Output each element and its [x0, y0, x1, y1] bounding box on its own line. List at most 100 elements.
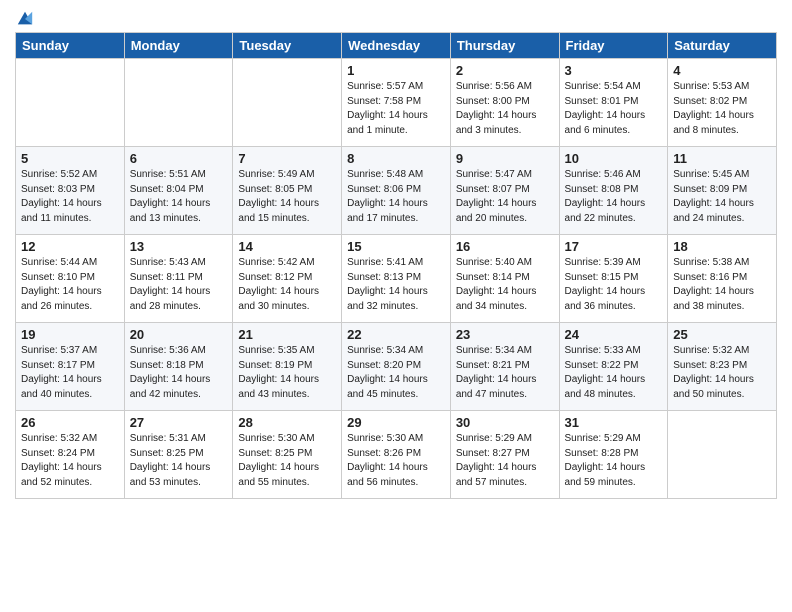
- day-content: Sunrise: 5:57 AM Sunset: 7:58 PM Dayligh…: [347, 80, 445, 138]
- calendar-cell: 21 Sunrise: 5:35 AM Sunset: 8:19 PM Dayli…: [233, 323, 342, 411]
- day-content: Sunrise: 5:32 AM Sunset: 8:24 PM Dayligh…: [21, 432, 119, 490]
- day-content: Sunrise: 5:53 AM Sunset: 8:02 PM Dayligh…: [673, 80, 771, 138]
- calendar-cell: 20Sunrise: 5:36 AM Sunset: 8:18 PM Dayli…: [124, 323, 233, 411]
- day-content: Sunrise: 5:45 AM Sunset: 8:09 PM Dayligh…: [673, 168, 771, 226]
- calendar-cell: 18 Sunrise: 5:38 AM Sunset: 8:16 PM Dayli…: [668, 235, 777, 323]
- calendar-week-row: 26 Sunrise: 5:32 AM Sunset: 8:24 PM Dayli…: [16, 411, 777, 499]
- calendar-cell: 24 Sunrise: 5:33 AM Sunset: 8:22 PM Dayli…: [559, 323, 668, 411]
- day-content: Sunrise: 5:43 AM Sunset: 8:11 PM Dayligh…: [130, 256, 228, 314]
- calendar-cell: 28 Sunrise: 5:30 AM Sunset: 8:25 PM Dayli…: [233, 411, 342, 499]
- calendar-cell: 16 Sunrise: 5:40 AM Sunset: 8:14 PM Dayli…: [450, 235, 559, 323]
- day-number: 28: [238, 415, 336, 430]
- calendar-cell: [233, 59, 342, 147]
- calendar-cell: 25 Sunrise: 5:32 AM Sunset: 8:23 PM Dayli…: [668, 323, 777, 411]
- day-content: Sunrise: 5:33 AM Sunset: 8:22 PM Dayligh…: [565, 344, 663, 402]
- logo-icon: [16, 10, 34, 28]
- calendar-cell: 22Sunrise: 5:34 AM Sunset: 8:20 PM Dayli…: [342, 323, 451, 411]
- day-content: Sunrise: 5:47 AM Sunset: 8:07 PM Dayligh…: [456, 168, 554, 226]
- day-content: Sunrise: 5:30 AM Sunset: 8:26 PM Dayligh…: [347, 432, 445, 490]
- day-number: 23: [456, 327, 554, 342]
- day-number: 16: [456, 239, 554, 254]
- day-number: 13: [130, 239, 228, 254]
- calendar-cell: [16, 59, 125, 147]
- day-number: 31: [565, 415, 663, 430]
- calendar-week-row: 5 Sunrise: 5:52 AM Sunset: 8:03 PM Daylig…: [16, 147, 777, 235]
- calendar-header-tuesday: Tuesday: [233, 33, 342, 59]
- day-content: Sunrise: 5:49 AM Sunset: 8:05 PM Dayligh…: [238, 168, 336, 226]
- calendar-cell: 29 Sunrise: 5:30 AM Sunset: 8:26 PM Dayli…: [342, 411, 451, 499]
- day-content: Sunrise: 5:44 AM Sunset: 8:10 PM Dayligh…: [21, 256, 119, 314]
- day-number: 5: [21, 151, 119, 166]
- day-content: Sunrise: 5:31 AM Sunset: 8:25 PM Dayligh…: [130, 432, 228, 490]
- day-content: Sunrise: 5:51 AM Sunset: 8:04 PM Dayligh…: [130, 168, 228, 226]
- day-number: 26: [21, 415, 119, 430]
- calendar-cell: 31 Sunrise: 5:29 AM Sunset: 8:28 PM Dayli…: [559, 411, 668, 499]
- day-content: Sunrise: 5:29 AM Sunset: 8:27 PM Dayligh…: [456, 432, 554, 490]
- calendar-cell: 17Sunrise: 5:39 AM Sunset: 8:15 PM Dayli…: [559, 235, 668, 323]
- day-number: 24: [565, 327, 663, 342]
- day-number: 15: [347, 239, 445, 254]
- day-number: 14: [238, 239, 336, 254]
- day-content: Sunrise: 5:40 AM Sunset: 8:14 PM Dayligh…: [456, 256, 554, 314]
- day-number: 21: [238, 327, 336, 342]
- day-number: 1: [347, 63, 445, 78]
- calendar-cell: 12 Sunrise: 5:44 AM Sunset: 8:10 PM Dayli…: [16, 235, 125, 323]
- day-number: 2: [456, 63, 554, 78]
- calendar-cell: 15Sunrise: 5:41 AM Sunset: 8:13 PM Dayli…: [342, 235, 451, 323]
- day-content: Sunrise: 5:34 AM Sunset: 8:21 PM Dayligh…: [456, 344, 554, 402]
- day-content: Sunrise: 5:52 AM Sunset: 8:03 PM Dayligh…: [21, 168, 119, 226]
- day-number: 29: [347, 415, 445, 430]
- day-content: Sunrise: 5:54 AM Sunset: 8:01 PM Dayligh…: [565, 80, 663, 138]
- calendar-cell: 9 Sunrise: 5:47 AM Sunset: 8:07 PM Daylig…: [450, 147, 559, 235]
- calendar-cell: 11Sunrise: 5:45 AM Sunset: 8:09 PM Dayli…: [668, 147, 777, 235]
- day-content: Sunrise: 5:29 AM Sunset: 8:28 PM Dayligh…: [565, 432, 663, 490]
- calendar-cell: 7 Sunrise: 5:49 AM Sunset: 8:05 PM Daylig…: [233, 147, 342, 235]
- calendar-cell: 1 Sunrise: 5:57 AM Sunset: 7:58 PM Daylig…: [342, 59, 451, 147]
- page: SundayMondayTuesdayWednesdayThursdayFrid…: [0, 0, 792, 612]
- day-number: 10: [565, 151, 663, 166]
- day-content: Sunrise: 5:56 AM Sunset: 8:00 PM Dayligh…: [456, 80, 554, 138]
- calendar-week-row: 12 Sunrise: 5:44 AM Sunset: 8:10 PM Dayli…: [16, 235, 777, 323]
- calendar-cell: 4Sunrise: 5:53 AM Sunset: 8:02 PM Daylig…: [668, 59, 777, 147]
- calendar-cell: 3Sunrise: 5:54 AM Sunset: 8:01 PM Daylig…: [559, 59, 668, 147]
- calendar-cell: 2 Sunrise: 5:56 AM Sunset: 8:00 PM Daylig…: [450, 59, 559, 147]
- day-number: 17: [565, 239, 663, 254]
- day-number: 7: [238, 151, 336, 166]
- calendar-header-row: SundayMondayTuesdayWednesdayThursdayFrid…: [16, 33, 777, 59]
- day-number: 12: [21, 239, 119, 254]
- calendar-cell: 19 Sunrise: 5:37 AM Sunset: 8:17 PM Dayli…: [16, 323, 125, 411]
- day-content: Sunrise: 5:42 AM Sunset: 8:12 PM Dayligh…: [238, 256, 336, 314]
- day-content: Sunrise: 5:34 AM Sunset: 8:20 PM Dayligh…: [347, 344, 445, 402]
- day-content: Sunrise: 5:46 AM Sunset: 8:08 PM Dayligh…: [565, 168, 663, 226]
- calendar-header-friday: Friday: [559, 33, 668, 59]
- day-number: 9: [456, 151, 554, 166]
- logo: [15, 10, 34, 24]
- calendar-table: SundayMondayTuesdayWednesdayThursdayFrid…: [15, 32, 777, 499]
- calendar-cell: 10 Sunrise: 5:46 AM Sunset: 8:08 PM Dayli…: [559, 147, 668, 235]
- day-number: 25: [673, 327, 771, 342]
- calendar-cell: [124, 59, 233, 147]
- day-content: Sunrise: 5:38 AM Sunset: 8:16 PM Dayligh…: [673, 256, 771, 314]
- calendar-cell: 30Sunrise: 5:29 AM Sunset: 8:27 PM Dayli…: [450, 411, 559, 499]
- calendar-cell: 26 Sunrise: 5:32 AM Sunset: 8:24 PM Dayli…: [16, 411, 125, 499]
- day-content: Sunrise: 5:32 AM Sunset: 8:23 PM Dayligh…: [673, 344, 771, 402]
- calendar-header-sunday: Sunday: [16, 33, 125, 59]
- calendar-cell: 5 Sunrise: 5:52 AM Sunset: 8:03 PM Daylig…: [16, 147, 125, 235]
- calendar-cell: 13 Sunrise: 5:43 AM Sunset: 8:11 PM Dayli…: [124, 235, 233, 323]
- day-content: Sunrise: 5:30 AM Sunset: 8:25 PM Dayligh…: [238, 432, 336, 490]
- day-content: Sunrise: 5:48 AM Sunset: 8:06 PM Dayligh…: [347, 168, 445, 226]
- calendar-cell: [668, 411, 777, 499]
- day-number: 19: [21, 327, 119, 342]
- calendar-header-thursday: Thursday: [450, 33, 559, 59]
- calendar-cell: 14 Sunrise: 5:42 AM Sunset: 8:12 PM Dayli…: [233, 235, 342, 323]
- calendar-cell: 27 Sunrise: 5:31 AM Sunset: 8:25 PM Dayli…: [124, 411, 233, 499]
- calendar-cell: 8 Sunrise: 5:48 AM Sunset: 8:06 PM Daylig…: [342, 147, 451, 235]
- header: [15, 10, 777, 24]
- calendar-week-row: 1 Sunrise: 5:57 AM Sunset: 7:58 PM Daylig…: [16, 59, 777, 147]
- day-content: Sunrise: 5:37 AM Sunset: 8:17 PM Dayligh…: [21, 344, 119, 402]
- day-number: 18: [673, 239, 771, 254]
- day-number: 27: [130, 415, 228, 430]
- day-number: 8: [347, 151, 445, 166]
- calendar-week-row: 19 Sunrise: 5:37 AM Sunset: 8:17 PM Dayli…: [16, 323, 777, 411]
- day-content: Sunrise: 5:35 AM Sunset: 8:19 PM Dayligh…: [238, 344, 336, 402]
